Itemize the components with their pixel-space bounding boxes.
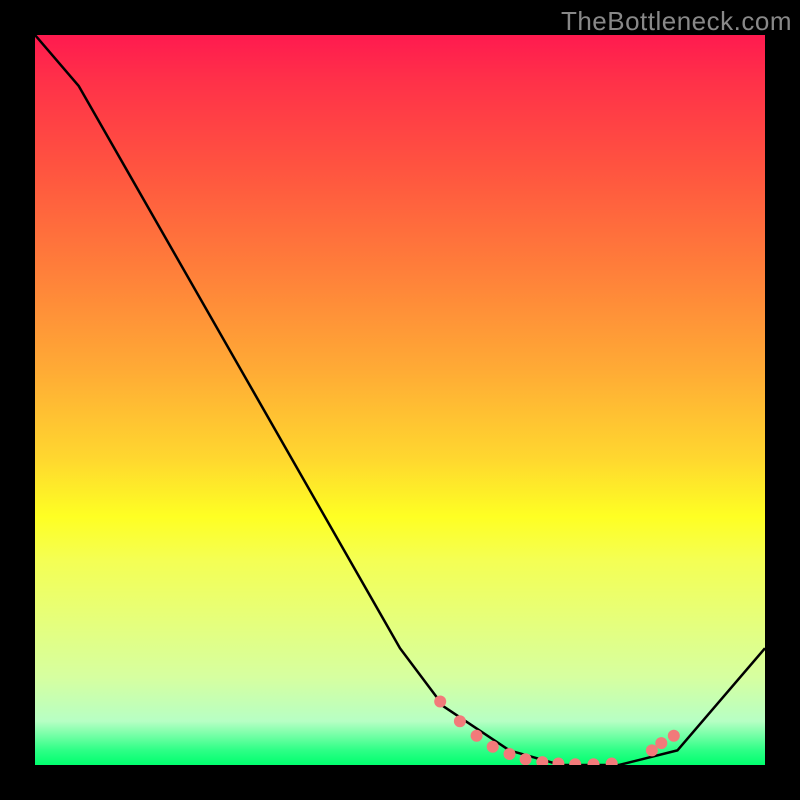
data-marker	[646, 744, 658, 756]
data-marker	[520, 753, 532, 765]
data-marker	[668, 730, 680, 742]
data-marker	[471, 730, 483, 742]
bottleneck-line	[35, 35, 765, 765]
data-marker	[606, 758, 618, 766]
data-marker	[454, 715, 466, 727]
data-marker	[569, 758, 581, 765]
data-marker	[552, 758, 564, 766]
data-marker	[588, 758, 600, 765]
data-marker	[487, 741, 499, 753]
chart-stage: TheBottleneck.com	[0, 0, 800, 800]
data-marker	[434, 696, 446, 708]
watermark-text: TheBottleneck.com	[561, 6, 792, 37]
bottleneck-curve	[35, 35, 765, 765]
plot-area	[35, 35, 765, 765]
data-marker	[504, 748, 516, 760]
data-marker	[655, 737, 667, 749]
